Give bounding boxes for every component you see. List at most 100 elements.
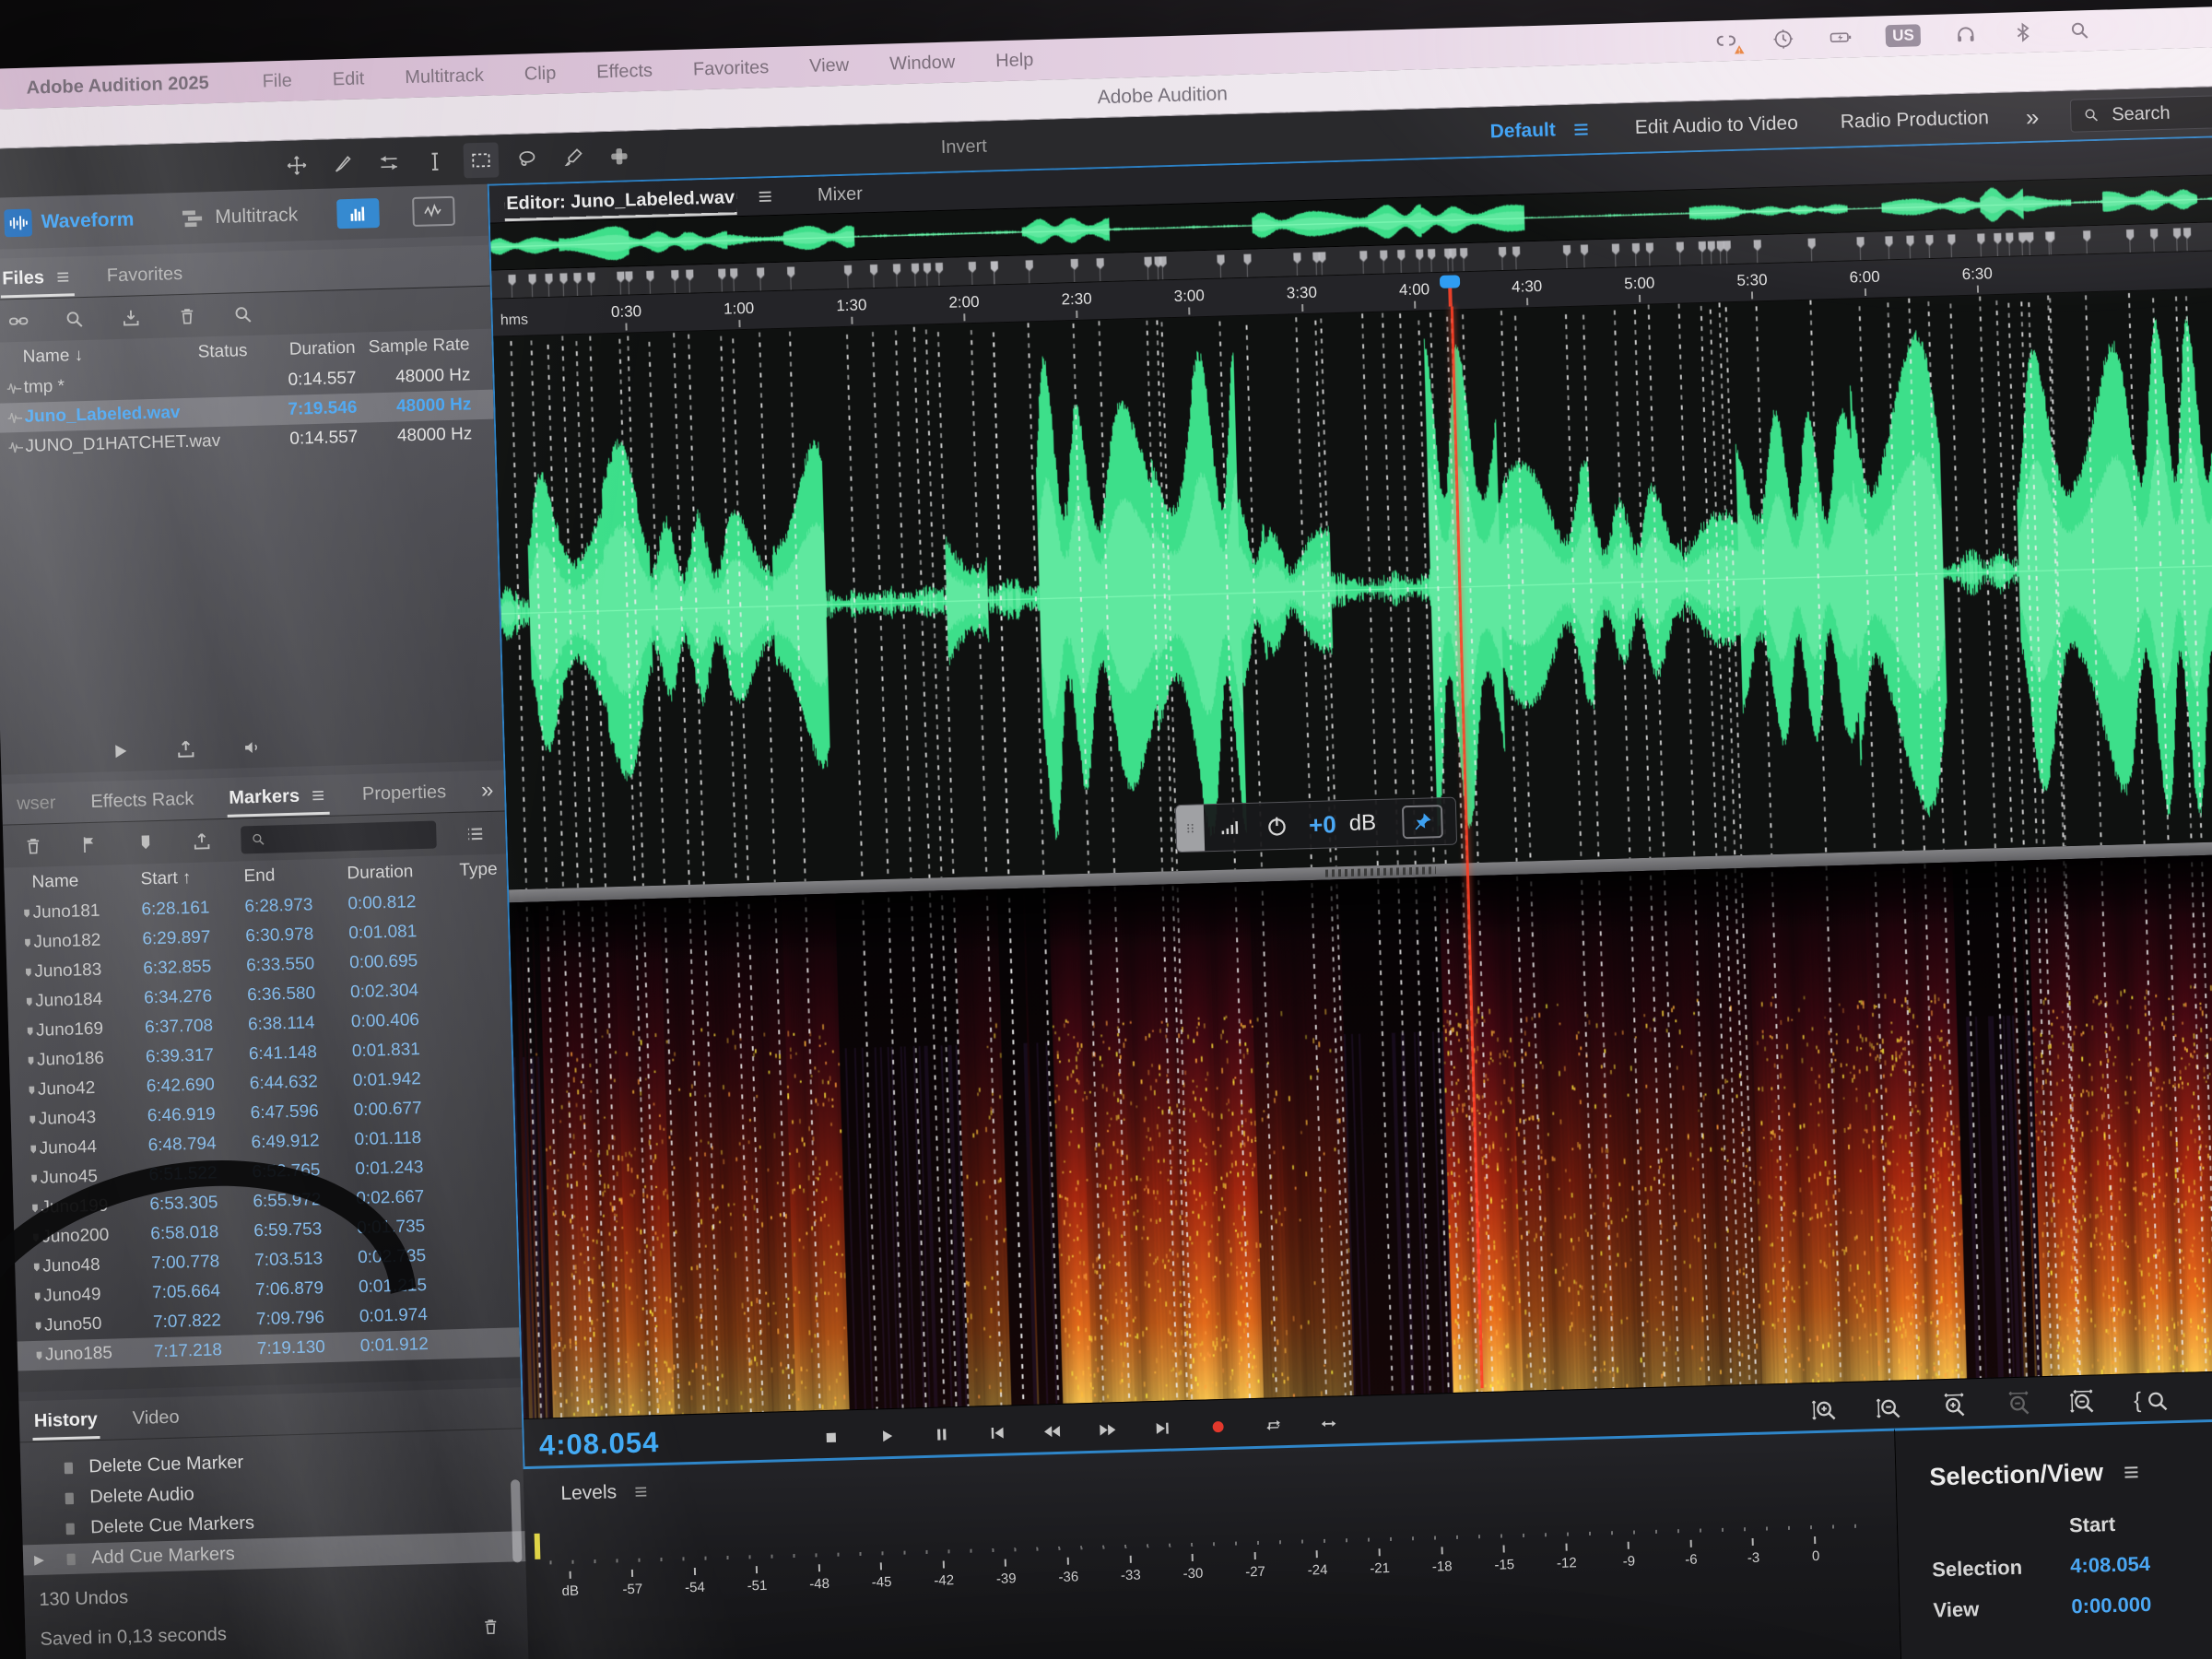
fast-forward-button[interactable] — [1092, 1414, 1124, 1446]
panel-menu-icon[interactable] — [631, 1482, 651, 1501]
zoom-in-time-button[interactable] — [1935, 1391, 1974, 1421]
lasso-selection-tool-button[interactable] — [509, 141, 545, 177]
menu-clip[interactable]: Clip — [524, 63, 557, 85]
menu-effects[interactable]: Effects — [596, 60, 653, 83]
zoom-to-out-point-button[interactable]: } — [2202, 1383, 2212, 1414]
paintbrush-tool-button[interactable] — [555, 140, 591, 176]
trash-icon[interactable] — [170, 303, 205, 329]
hud-pin-button[interactable] — [1402, 805, 1443, 839]
ruler-tick[interactable]: 1:00 — [724, 300, 755, 328]
export-icon[interactable] — [168, 736, 204, 763]
column-header-name[interactable]: Name — [31, 870, 141, 893]
value-start[interactable]: 0:00.000 — [2071, 1591, 2212, 1619]
tab-properties[interactable]: Properties — [362, 782, 447, 806]
column-header-end[interactable]: End — [243, 864, 347, 887]
ruler-tick[interactable]: 5:30 — [1736, 271, 1768, 300]
workspace-default[interactable]: Default — [1489, 119, 1556, 143]
play-button[interactable] — [871, 1420, 903, 1453]
show-waveform-display-toggle[interactable] — [412, 196, 455, 227]
playhead-handle[interactable] — [1440, 275, 1460, 288]
waveform-view-button[interactable]: Waveform — [0, 205, 140, 238]
ruler-tick[interactable]: 0:30 — [611, 302, 642, 331]
panel-menu-icon[interactable] — [2120, 1461, 2143, 1484]
ruler-tick[interactable]: 6:30 — [1961, 265, 1993, 293]
skip-to-end-button[interactable] — [1147, 1412, 1180, 1444]
trash-icon[interactable] — [16, 833, 51, 859]
bluetooth-icon[interactable] — [2010, 20, 2035, 45]
ruler-tick[interactable]: 2:30 — [1061, 289, 1092, 318]
slip-tool-button[interactable] — [371, 145, 406, 181]
workspace-edit-audio-to-video[interactable]: Edit Audio to Video — [1634, 112, 1798, 139]
loop-playback-button[interactable] — [1258, 1409, 1290, 1441]
levels-panel-label[interactable]: Levels — [560, 1481, 617, 1505]
ruler-tick[interactable]: 5:00 — [1624, 274, 1655, 302]
zoom-to-in-point-button[interactable]: { — [2128, 1385, 2177, 1416]
column-header-status[interactable]: Status — [197, 341, 263, 363]
insert-range-icon[interactable] — [128, 830, 163, 855]
tab-mixer[interactable]: Mixer — [818, 183, 864, 206]
battery-icon[interactable] — [1829, 25, 1853, 50]
spectral-frequency-display[interactable] — [509, 851, 2212, 1418]
ruler-unit-label[interactable]: hms — [500, 312, 529, 330]
ruler-tick[interactable]: 4:30 — [1512, 277, 1543, 306]
menu-edit[interactable]: Edit — [333, 68, 365, 90]
playhead-time-display[interactable]: 4:08.054 — [538, 1426, 659, 1463]
export-icon[interactable] — [184, 829, 219, 854]
stop-button[interactable] — [816, 1421, 848, 1453]
ruler-tick[interactable]: 1:30 — [836, 296, 867, 324]
menu-help[interactable]: Help — [995, 50, 1034, 72]
hud-gain-knob-icon[interactable] — [1257, 811, 1297, 841]
column-header-duration[interactable]: Duration — [347, 861, 460, 884]
splitter-grip[interactable] — [1325, 866, 1436, 877]
ruler-tick[interactable]: 3:30 — [1287, 284, 1318, 312]
workspace-overflow-button[interactable]: » — [2025, 102, 2039, 131]
tab-files[interactable]: Files — [2, 266, 72, 289]
column-header-sample-rate[interactable]: Sample Rate — [368, 335, 483, 358]
value-start[interactable]: 4:08.054 — [2070, 1550, 2212, 1579]
spot-healing-brush-tool-button[interactable] — [601, 138, 637, 174]
ruler-tick[interactable]: 6:00 — [1849, 268, 1880, 297]
hud-drag-handle[interactable] — [1175, 805, 1204, 852]
skip-to-start-button[interactable] — [982, 1417, 1014, 1449]
menu-file[interactable]: File — [262, 70, 292, 92]
tab-effects-rack[interactable]: Effects Rack — [90, 788, 194, 812]
menu-favorites[interactable]: Favorites — [693, 57, 770, 80]
tab-history[interactable]: History — [34, 1409, 99, 1432]
keyboard-us-icon[interactable]: US — [1886, 24, 1921, 47]
creative-cloud-icon[interactable] — [1714, 29, 1739, 53]
workspace-radio-production[interactable]: Radio Production — [1840, 107, 1989, 133]
show-spectral-display-toggle[interactable] — [336, 198, 380, 229]
link-icon[interactable] — [1, 308, 36, 334]
move-tool-button[interactable] — [279, 147, 315, 183]
workspace-menu-icon[interactable] — [1571, 118, 1594, 141]
hud-gain-value[interactable]: +0 — [1309, 810, 1337, 840]
ruler-tick[interactable]: 4:00 — [1399, 280, 1430, 309]
new-container-icon[interactable] — [57, 306, 92, 332]
menu-window[interactable]: Window — [889, 52, 956, 75]
zoom-out-amplitude-button[interactable] — [1870, 1393, 1910, 1423]
column-header-name[interactable]: Name ↓ — [22, 343, 198, 368]
tab-wser[interactable]: wser — [17, 793, 56, 815]
menu-view[interactable]: View — [809, 54, 850, 76]
invert-button[interactable]: Invert — [940, 135, 987, 158]
search-input[interactable]: Search — [2070, 91, 2212, 133]
time-machine-icon[interactable] — [1771, 27, 1796, 52]
record-button[interactable] — [1203, 1411, 1235, 1443]
clear-history-trash-icon[interactable] — [474, 1615, 508, 1640]
panel-overflow-button[interactable]: » — [481, 778, 494, 804]
zoom-out-time-button[interactable] — [1999, 1389, 2039, 1419]
import-icon[interactable] — [113, 305, 148, 331]
play-icon[interactable] — [101, 738, 137, 765]
insert-marker-icon[interactable] — [72, 831, 107, 857]
marquee-selection-tool-button[interactable] — [463, 142, 499, 178]
markers-search-input[interactable] — [241, 821, 437, 854]
time-selection-tool-button[interactable] — [417, 144, 453, 180]
pause-button[interactable] — [926, 1418, 959, 1451]
column-header-duration[interactable]: Duration — [262, 337, 369, 360]
move-playhead-button[interactable] — [1313, 1407, 1346, 1440]
multitrack-view-button[interactable]: Multitrack — [172, 200, 304, 233]
panel-menu-icon[interactable] — [755, 186, 776, 207]
tab-video[interactable]: Video — [133, 1406, 180, 1429]
menu-multitrack[interactable]: Multitrack — [405, 65, 484, 88]
ruler-tick[interactable]: 2:00 — [948, 293, 980, 322]
